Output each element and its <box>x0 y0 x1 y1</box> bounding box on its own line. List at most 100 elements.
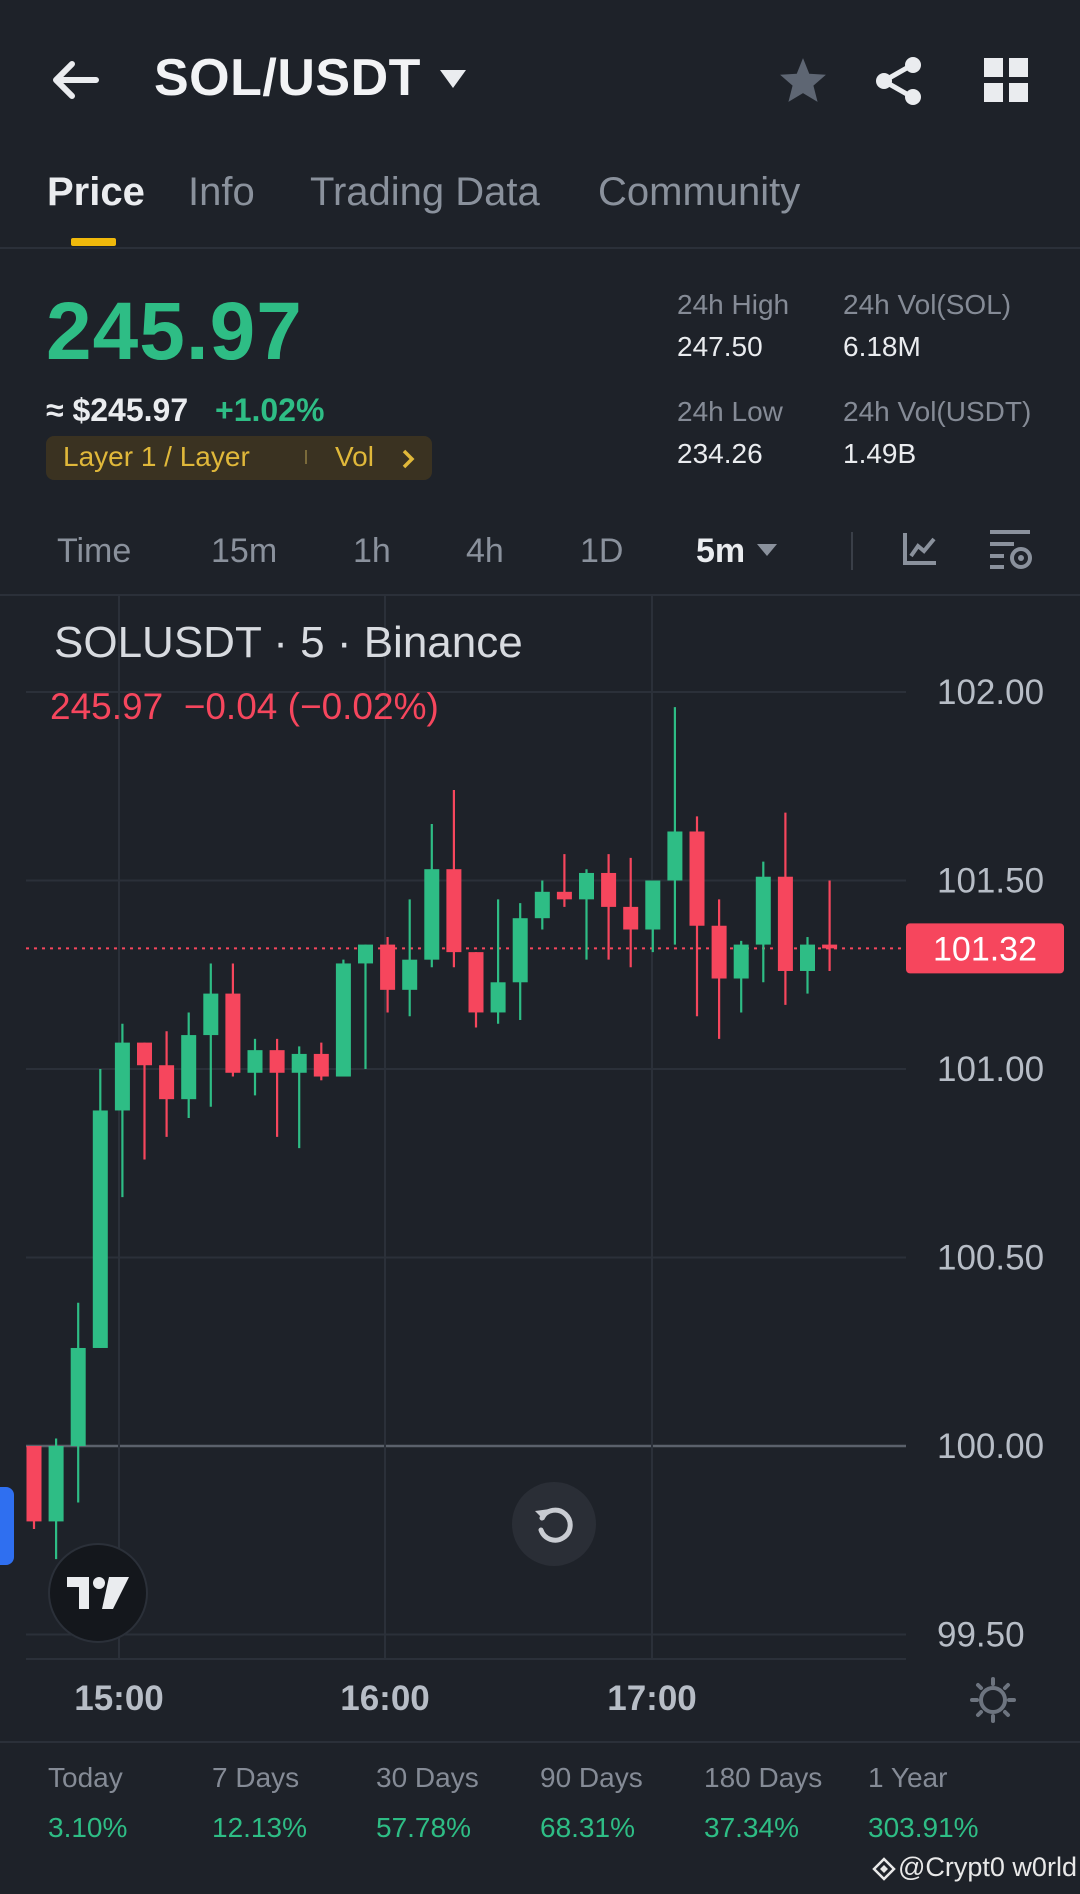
tabs-divider <box>0 247 1080 249</box>
indicator-icon[interactable] <box>902 530 938 566</box>
low-label: 24h Low <box>677 396 783 427</box>
change-percent: +1.02% <box>215 392 325 428</box>
candle-body <box>601 872 617 907</box>
tf-5m[interactable]: 5m <box>696 532 745 571</box>
candle-body <box>335 963 351 1077</box>
candle-body <box>424 869 440 960</box>
tab-trading-data[interactable]: Trading Data <box>310 170 540 215</box>
tf-4h[interactable]: 4h <box>466 532 504 571</box>
candle-body <box>468 952 484 1013</box>
caret-down-icon[interactable] <box>438 68 468 90</box>
reset-chart-button[interactable] <box>512 1482 596 1566</box>
return-value-180d: 37.34% <box>704 1812 799 1843</box>
tradingview-logo[interactable] <box>48 1543 148 1643</box>
return-value-1y: 303.91% <box>868 1812 979 1843</box>
chart-change: −0.04 (−0.02%) <box>183 686 439 727</box>
tab-info[interactable]: Info <box>188 170 255 215</box>
vol-sol-label: 24h Vol(SOL) <box>843 289 1012 320</box>
x-tick-label: 16:00 <box>340 1679 430 1718</box>
candle-body <box>181 1035 197 1100</box>
low-value: 234.26 <box>677 438 763 469</box>
candle-body <box>755 876 771 945</box>
return-value-today: 3.10% <box>48 1812 128 1843</box>
return-label-7d: 7 Days <box>212 1762 300 1793</box>
x-tick-label: 17:00 <box>607 1679 697 1718</box>
tag-separator <box>305 450 307 464</box>
candle-body <box>380 944 396 990</box>
tf-15m[interactable]: 15m <box>211 532 277 571</box>
candle-body <box>512 918 528 983</box>
returns-divider <box>0 1741 1080 1743</box>
star-icon[interactable] <box>778 56 828 104</box>
y-tick-label: 100.50 <box>937 1239 1044 1278</box>
timeframe-caret-down-icon[interactable] <box>756 543 778 557</box>
return-value-90d: 68.31% <box>540 1812 635 1843</box>
back-arrow-icon[interactable] <box>50 58 100 102</box>
tf-1d[interactable]: 1D <box>580 532 623 571</box>
tf-1h[interactable]: 1h <box>353 532 391 571</box>
x-tick-label: 15:00 <box>74 1679 164 1718</box>
toolbar-separator <box>851 532 853 570</box>
candle-body <box>623 906 639 930</box>
tab-community[interactable]: Community <box>598 170 800 215</box>
candle-body <box>70 1347 86 1446</box>
sun-icon[interactable] <box>970 1677 1016 1723</box>
candle-body <box>402 959 418 990</box>
return-value-7d: 12.13% <box>212 1812 307 1843</box>
candle-body <box>689 831 705 926</box>
return-value-30d: 57.78% <box>376 1812 471 1843</box>
grid-icon[interactable] <box>984 58 1028 102</box>
candle-body <box>667 831 683 881</box>
return-label-180d: 180 Days <box>704 1762 823 1793</box>
return-label-30d: 30 Days <box>376 1762 479 1793</box>
tag-sector[interactable]: Layer 1 / Layer <box>63 441 250 473</box>
candle-body <box>446 869 462 953</box>
chevron-right-icon[interactable] <box>401 449 415 469</box>
watermark-text: @Crypt0 w0rld <box>898 1852 1077 1882</box>
pair-title[interactable]: SOL/USDT <box>154 48 421 108</box>
tab-price[interactable]: Price <box>47 170 145 215</box>
chart-last-price: 245.97 <box>50 686 164 727</box>
candle-body <box>645 880 661 930</box>
candle-body <box>313 1053 329 1077</box>
candle-body <box>137 1042 152 1066</box>
tab-active-indicator <box>71 238 116 246</box>
return-label-90d: 90 Days <box>540 1762 643 1793</box>
share-icon[interactable] <box>874 56 924 106</box>
candle-body <box>159 1065 175 1100</box>
candle-body <box>711 925 727 979</box>
y-tick-label: 100.00 <box>937 1427 1044 1466</box>
current-price-label: 101.32 <box>933 930 1037 968</box>
chart-settings-icon[interactable] <box>988 528 1034 570</box>
candlestick-chart[interactable]: 102.00 101.50 101.00 100.50 100.00 99.50 15:00… <box>0 596 1080 1741</box>
candle-body <box>48 1446 64 1522</box>
vol-usdt-label: 24h Vol(USDT) <box>843 396 1032 427</box>
candle-body <box>247 1050 263 1073</box>
return-label-today: Today <box>48 1762 123 1793</box>
tag-vol[interactable]: Vol <box>335 441 374 473</box>
candle-body <box>203 993 219 1036</box>
tradingview-mark-icon <box>67 1577 129 1609</box>
candle-body <box>225 993 241 1073</box>
y-tick-label: 101.50 <box>937 862 1044 901</box>
candle-body <box>733 944 749 979</box>
return-label-1y: 1 Year <box>868 1762 948 1793</box>
candle-body <box>114 1042 130 1111</box>
y-tick-label: 101.00 <box>937 1050 1044 1089</box>
candle-body <box>269 1050 285 1073</box>
candle-body <box>822 944 838 949</box>
candle-body <box>556 891 572 900</box>
vol-usdt-value: 1.49B <box>843 438 917 469</box>
candle-body <box>92 1110 108 1348</box>
chart-symbol-line: SOLUSDT · 5 · Binance <box>54 618 523 667</box>
high-value: 247.50 <box>677 331 763 362</box>
reset-icon <box>535 1507 573 1543</box>
drawing-tools-handle[interactable] <box>0 1487 14 1565</box>
tf-time[interactable]: Time <box>57 532 131 571</box>
candle-body <box>358 944 373 964</box>
watermark-logo-icon <box>872 1857 896 1881</box>
chart-ohlc-line: 245.97 −0.04 (−0.02%) <box>50 686 439 728</box>
fiat-price: ≈ $245.97 <box>46 392 189 428</box>
last-price: 245.97 <box>46 286 303 377</box>
vol-sol-value: 6.18M <box>843 331 921 362</box>
